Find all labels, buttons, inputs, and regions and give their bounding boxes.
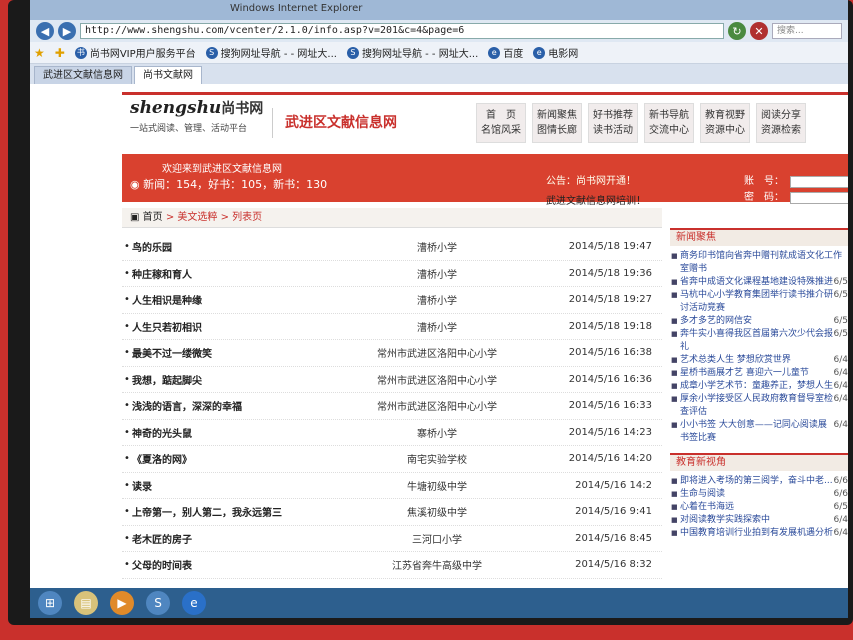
window-title: Windows Internet Explorer bbox=[230, 3, 363, 14]
sogou-icon: S bbox=[346, 46, 359, 59]
site-logo[interactable]: shengshu尚书网 一站式阅读、管理、活动平台 bbox=[122, 98, 272, 148]
list-item[interactable]: 6/6即将进入考场的第三阅学，奋斗中老... bbox=[670, 475, 848, 488]
list-item[interactable]: 6/5多才多艺的网信安 bbox=[670, 315, 848, 328]
ie-icon: e bbox=[533, 46, 546, 59]
news-panel: 新闻聚焦 商务印书馆向省奔中赠刊就成语文化工作室赠书 6/5省奔中成语文化课程基… bbox=[670, 228, 848, 544]
favorite-item[interactable]: e 百度 bbox=[488, 45, 523, 60]
table-row[interactable]: • 神奇的光头鼠 寨桥小学 2014/5/16 14:23 bbox=[122, 420, 662, 446]
nav-item-education[interactable]: 教育视野 资源中心 bbox=[700, 102, 750, 143]
list-item[interactable]: 6/5奔牛实小喜得我区首届第六次少代会报礼 bbox=[670, 328, 848, 354]
start-icon[interactable]: ⊞ bbox=[38, 591, 62, 615]
nav-item-share[interactable]: 阅读分享 资源检索 bbox=[756, 102, 806, 143]
list-item[interactable]: 6/5省奔中成语文化课程基地建设特殊推进 bbox=[670, 276, 848, 289]
shangshu-icon: 书 bbox=[74, 46, 87, 59]
article-list: • 鸟的乐园 漕桥小学 2014/5/18 19:47 • 种庄稼和育人 漕桥小学 2014… bbox=[122, 234, 662, 579]
favorite-item[interactable]: 书尚书网VIP用户服务平台 bbox=[74, 45, 196, 60]
list-item[interactable]: 6/4厚余小学接受区人民政府教育督导室检查评估 bbox=[670, 393, 848, 419]
ie-icon: e bbox=[488, 46, 501, 59]
breadcrumb-page: 列表页 bbox=[232, 212, 263, 223]
web-page: shengshu尚书网 一站式阅读、管理、活动平台 武进区文献信息网 首 页名馆… bbox=[30, 84, 848, 588]
forward-arrow-icon[interactable]: ▶ bbox=[58, 22, 76, 40]
top-nav: 首 页名馆风采 新闻聚焦 图情长廊 好书推荐 读书活动 新书导航 交流中心 教育视野资… bbox=[476, 102, 806, 143]
table-row[interactable]: • 最美不过一缕微笑 常州市武进区洛阳中心小学 2014/5/16 16:38 bbox=[122, 340, 662, 367]
password-input[interactable] bbox=[790, 192, 848, 204]
table-row[interactable]: • 人生相识是种缘 漕桥小学 2014/5/18 19:27 bbox=[122, 287, 662, 314]
taskbar: ⊞ ▤ ▶ S e bbox=[30, 588, 848, 618]
screen: Windows Internet Explorer ◀ ▶ http://www… bbox=[30, 0, 848, 618]
edu-panel-head[interactable]: 教育新视角 bbox=[670, 453, 848, 471]
table-row[interactable]: • 种庄稼和育人 漕桥小学 2014/5/18 19:36 bbox=[122, 261, 662, 287]
breadcrumb: ▣ 首页 > 美文选粹 > 列表页 bbox=[122, 208, 662, 228]
sogou-browser-icon[interactable]: S bbox=[146, 591, 170, 615]
rss-icon: ◉ bbox=[130, 178, 144, 191]
table-row[interactable]: • 人生只若初相识 漕桥小学 2014/5/18 19:18 bbox=[122, 314, 662, 340]
news-panel-head[interactable]: 新闻聚焦 bbox=[670, 228, 848, 246]
nav-item-news[interactable]: 新闻聚焦 图情长廊 bbox=[532, 102, 582, 143]
tab-shangshu[interactable]: 尚书文献网 bbox=[134, 66, 202, 84]
search-input[interactable]: 搜索... bbox=[772, 23, 842, 39]
list-item[interactable]: 6/4成章小学艺术节：童趣养正，梦想人生 bbox=[670, 380, 848, 393]
media-icon[interactable]: ▶ bbox=[110, 591, 134, 615]
notice-text-2[interactable]: 武进文献信息网培训！ bbox=[546, 192, 646, 207]
info-band: 欢迎来到武进区文献信息网 ◉ 新闻：154，好书：105，新书：130 公告：尚… bbox=[122, 154, 848, 207]
breadcrumb-home[interactable]: 首页 bbox=[143, 212, 163, 223]
welcome-text: 欢迎来到武进区文献信息网 bbox=[162, 164, 282, 175]
list-item[interactable]: 6/4星桥书画展才艺 喜迎六一儿童节 bbox=[670, 367, 848, 380]
list-item[interactable]: 商务印书馆向省奔中赠刊就成语文化工作室赠书 bbox=[670, 250, 848, 276]
table-row[interactable]: • 上帝第一，别人第二，我永远第三 焦溪初级中学 2014/5/16 9:41 bbox=[122, 499, 662, 526]
site-stats: ◉ 新闻：154，好书：105，新书：130 bbox=[130, 178, 328, 191]
table-row[interactable]: • 老木匠的房子 三河口小学 2014/5/16 8:45 bbox=[122, 526, 662, 552]
table-row[interactable]: • 读录 牛塘初级中学 2014/5/16 14:2 bbox=[122, 473, 662, 499]
nav-item-books[interactable]: 好书推荐 读书活动 bbox=[588, 102, 638, 143]
favorites-star-icon[interactable]: ★ bbox=[34, 46, 45, 60]
stop-icon[interactable]: ✕ bbox=[750, 22, 768, 40]
nav-item-newbooks[interactable]: 新书导航 交流中心 bbox=[644, 102, 694, 143]
tab-wujin[interactable]: 武进区文献信息网 bbox=[34, 66, 132, 84]
table-row[interactable]: • 《夏洛的网》 南宅实验学校 2014/5/16 14:20 bbox=[122, 446, 662, 473]
favorite-item[interactable]: S 搜狗网址导航 - - 网址大... bbox=[205, 45, 337, 60]
username-input[interactable] bbox=[790, 176, 848, 188]
table-row[interactable]: • 鸟的乐园 漕桥小学 2014/5/18 19:47 bbox=[122, 234, 662, 261]
sogou-icon: S bbox=[205, 46, 218, 59]
add-favorite-icon[interactable]: ✚ bbox=[55, 46, 65, 60]
favorite-item[interactable]: S 搜狗网址导航 - - 网址大... bbox=[346, 45, 478, 60]
site-title: 武进区文献信息网 bbox=[272, 107, 472, 138]
favorites-bar: ★ ✚ 书尚书网VIP用户服务平台 S 搜狗网址导航 - - 网址大... S 搜狗… bbox=[30, 42, 848, 64]
address-bar: ◀ ▶ http://www.shengshu.com/vcenter/2.1.… bbox=[30, 20, 848, 42]
back-arrow-icon[interactable]: ◀ bbox=[36, 22, 54, 40]
list-item[interactable]: 6/4对阅读教学实践探索中 bbox=[670, 514, 848, 527]
breadcrumb-section[interactable]: 美文选粹 bbox=[177, 212, 217, 223]
folder-icon[interactable]: ▤ bbox=[74, 591, 98, 615]
tab-bar: 武进区文献信息网 尚书文献网 bbox=[30, 64, 848, 84]
monitor-bezel: VAIO 随着在线视频 Windows Internet Explorer ◀ … bbox=[8, 0, 853, 625]
list-item[interactable]: 6/4艺术总类人生 梦想欣赏世界 bbox=[670, 354, 848, 367]
window-titlebar: Windows Internet Explorer bbox=[30, 0, 848, 20]
home-icon: ▣ bbox=[130, 212, 143, 223]
list-item[interactable]: 6/5马杭中心小学教育集团举行读书推介研讨活动竞赛 bbox=[670, 289, 848, 315]
list-item[interactable]: 6/6生命与阅读 bbox=[670, 488, 848, 501]
site-header: shengshu尚书网 一站式阅读、管理、活动平台 武进区文献信息网 首 页名馆… bbox=[122, 92, 848, 150]
list-item[interactable]: 6/4小小书签 大大创意——记同心阅读展书签比赛 bbox=[670, 419, 848, 445]
refresh-icon[interactable]: ↻ bbox=[728, 22, 746, 40]
list-item[interactable]: 6/5心着在书海远 bbox=[670, 501, 848, 514]
login-form: 账 号： 密 码： bbox=[744, 174, 848, 206]
table-row[interactable]: • 浅浅的语言，深深的幸福 常州市武进区洛阳中心小学 2014/5/16 16:33 bbox=[122, 393, 662, 420]
list-item[interactable]: 6/4中国教育培训行业拍到有发展机遇分析 bbox=[670, 527, 848, 540]
table-row[interactable]: • 父母的时间表 江苏省奔牛高级中学 2014/5/16 8:32 bbox=[122, 552, 662, 579]
table-row[interactable]: • 我想，踮起脚尖 常州市武进区洛阳中心小学 2014/5/16 16:36 bbox=[122, 367, 662, 393]
ie-browser-icon[interactable]: e bbox=[182, 591, 206, 615]
notice-text[interactable]: 公告：尚书网开通！ bbox=[546, 172, 636, 187]
url-input[interactable]: http://www.shengshu.com/vcenter/2.1.0/in… bbox=[80, 23, 724, 39]
nav-item-home[interactable]: 首 页名馆风采 bbox=[476, 102, 526, 143]
favorite-item[interactable]: e 电影网 bbox=[533, 45, 578, 60]
